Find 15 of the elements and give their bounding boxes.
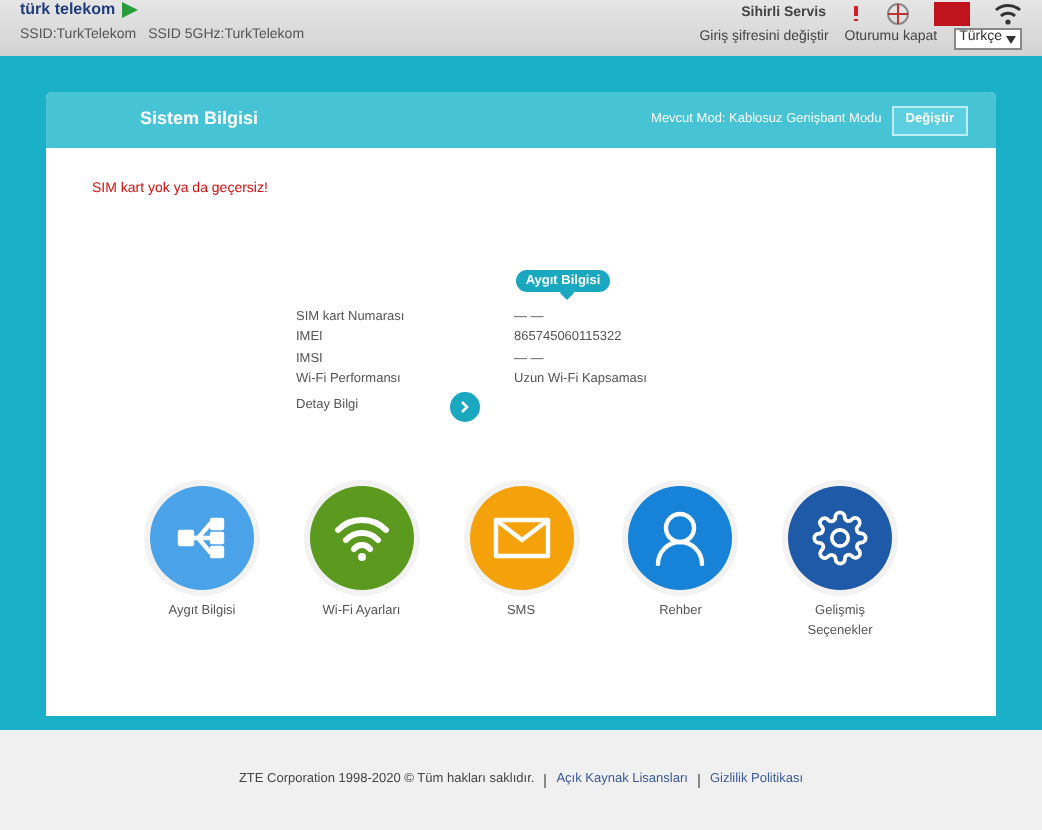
- alert-icon: [850, 6, 862, 22]
- logo-text: türk telekom: [20, 1, 116, 17]
- wifi-icon: [333, 514, 390, 563]
- chevron-right-icon: [460, 399, 470, 414]
- logo-icon: [121, 1, 138, 17]
- shortcut-button[interactable]: [309, 486, 414, 591]
- caret-icon: [1006, 35, 1016, 43]
- person-icon: [654, 510, 707, 567]
- signal-icon: [994, 2, 1022, 26]
- gear-icon: [812, 510, 868, 567]
- card-title: Sistem Bilgisi: [140, 106, 259, 133]
- envelope-icon: [491, 516, 551, 561]
- shortcut-button[interactable]: [628, 486, 733, 591]
- shortcut-button[interactable]: [788, 486, 892, 591]
- detail-button[interactable]: [450, 391, 480, 422]
